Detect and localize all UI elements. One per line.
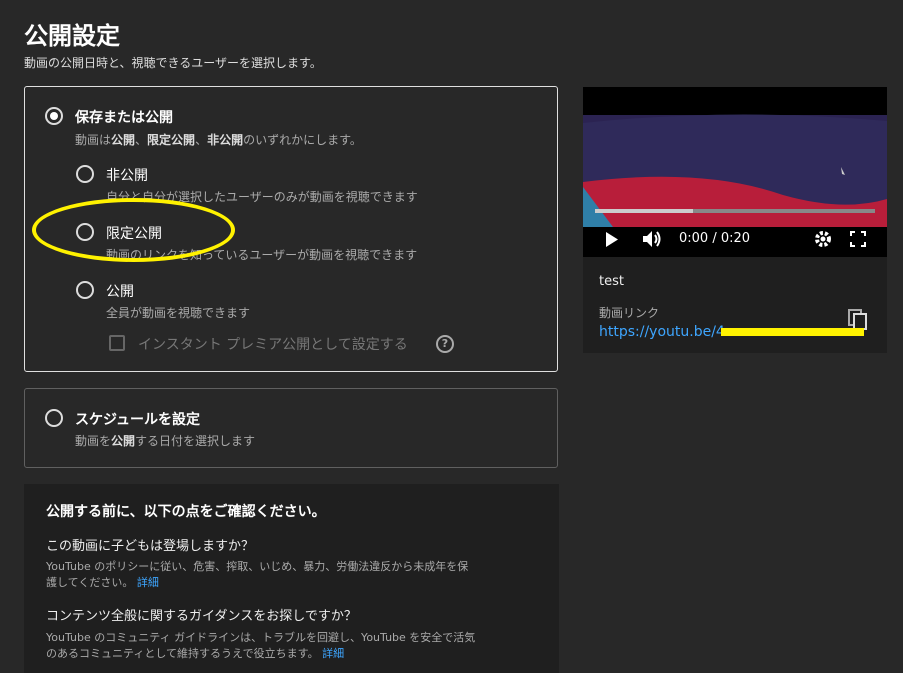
save-publish-desc: 動画は公開、限定公開、非公開のいずれかにします。 [75, 133, 362, 147]
page-title: 公開設定 [24, 22, 120, 50]
checklist-heading: 公開する前に、以下の点をご確認ください。 [46, 504, 326, 520]
video-player[interactable]: 0:00 / 0:20 [583, 87, 887, 257]
help-icon[interactable]: ? [436, 335, 454, 353]
public-label: 公開 [106, 284, 134, 300]
unlisted-radio[interactable] [76, 223, 94, 241]
save-publish-radio[interactable] [45, 107, 63, 125]
instant-premiere-checkbox[interactable] [109, 335, 125, 351]
learn-more-link-children[interactable]: 詳細 [137, 576, 159, 589]
schedule-label: スケジュールを設定 [75, 412, 201, 428]
play-icon[interactable] [605, 232, 619, 247]
schedule-desc: 動画を公開する日付を選択します [75, 434, 256, 448]
unlisted-desc: 動画のリンクを知っているユーザーが動画を視聴できます [106, 248, 418, 262]
save-or-publish-card[interactable]: 保存または公開 動画は公開、限定公開、非公開のいずれかにします。 非公開 自分と… [24, 86, 558, 372]
video-link-label: 動画リンク [599, 306, 660, 320]
pre-publish-checklist: 公開する前に、以下の点をご確認ください。 この動画に子どもは登場しますか？ Yo… [24, 484, 559, 673]
checklist-text-guidance: YouTube のコミュニティ ガイドラインは、トラブルを回避し、YouTube… [46, 631, 476, 660]
public-radio[interactable] [76, 281, 94, 299]
fullscreen-icon[interactable] [850, 231, 866, 247]
checklist-question-guidance: コンテンツ全般に関するガイダンスをお探しですか？ [46, 609, 357, 624]
video-progress-bar[interactable] [595, 209, 875, 213]
checklist-text-children: YouTube のポリシーに従い、危害、搾取、いじめ、暴力、労働法違反から未成年… [46, 560, 469, 589]
private-desc: 自分と自分が選択したユーザーのみが動画を視聴できます [106, 190, 418, 204]
video-time: 0:00 / 0:20 [679, 231, 751, 246]
instant-premiere-label: インスタント プレミア公開として設定する [138, 337, 408, 353]
save-publish-label: 保存または公開 [75, 110, 173, 126]
learn-more-link-guidance[interactable]: 詳細 [322, 647, 344, 660]
schedule-card[interactable]: スケジュールを設定 動画を公開する日付を選択します [24, 388, 558, 468]
private-label: 非公開 [106, 168, 148, 184]
video-title: test [599, 274, 624, 289]
public-desc: 全員が動画を視聴できます [106, 306, 251, 320]
volume-icon[interactable] [642, 229, 664, 249]
video-preview-panel: 0:00 / 0:20 test 動画リンク https://youtu.be/… [583, 87, 887, 353]
annotation-redaction-bar [721, 328, 864, 336]
private-radio[interactable] [76, 165, 94, 183]
page-subtitle: 動画の公開日時と、視聴できるユーザーを選択します。 [24, 56, 322, 70]
checklist-question-children: この動画に子どもは登場しますか？ [46, 539, 255, 554]
gear-icon[interactable] [814, 230, 832, 248]
schedule-radio[interactable] [45, 409, 63, 427]
unlisted-label: 限定公開 [106, 226, 162, 242]
